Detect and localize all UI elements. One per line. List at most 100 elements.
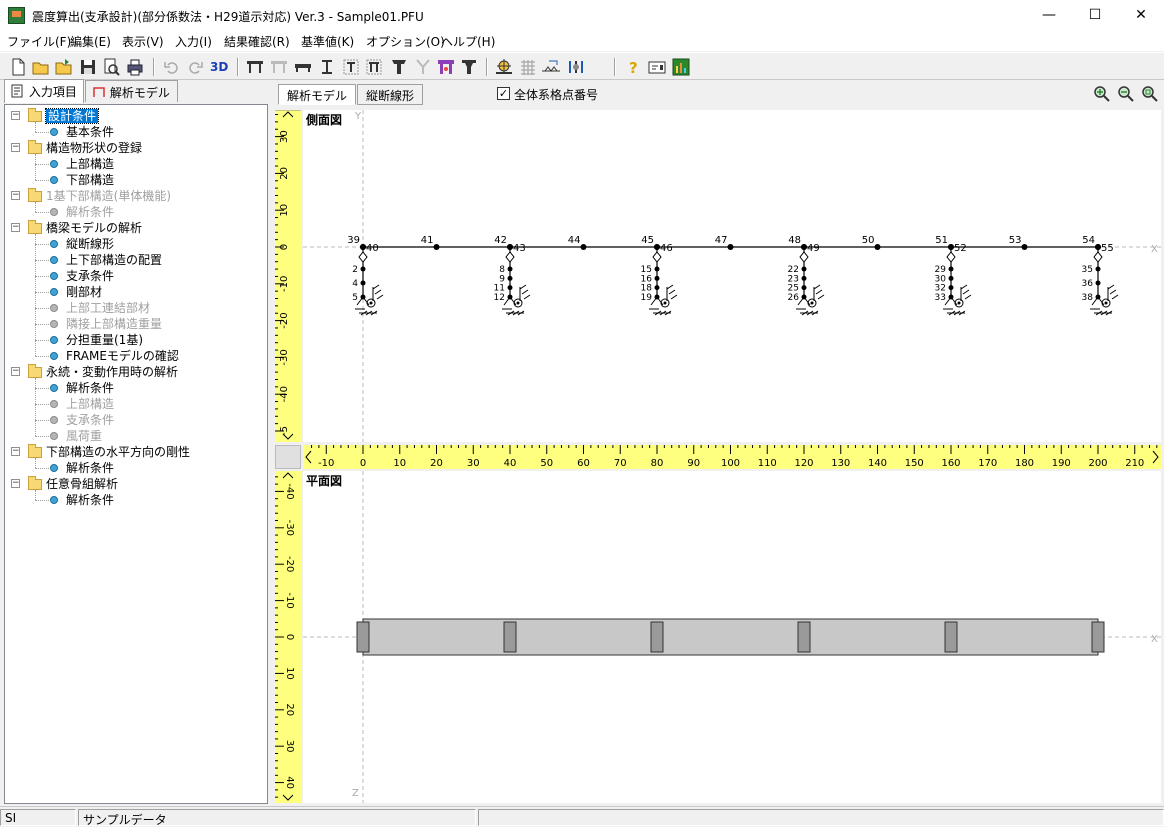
tree-leaf-item[interactable]: 上下部構造の配置 [66, 252, 162, 268]
tree-connector [35, 234, 36, 356]
tree-expander-icon[interactable]: − [11, 191, 20, 200]
spring-icon[interactable] [541, 57, 561, 77]
card-icon[interactable] [647, 57, 667, 77]
global-node-checkbox[interactable]: ✓ [497, 87, 510, 100]
tree-leaf-item[interactable]: 解析条件 [66, 492, 114, 508]
tree-leaf-item[interactable]: 隣接上部構造重量 [66, 316, 162, 332]
zoom-in-icon[interactable] [1093, 85, 1111, 103]
tree-folder-item[interactable]: 下部構造の水平方向の剛性 [46, 444, 190, 460]
pier-node-label: 19 [641, 293, 653, 303]
tree-folder-item[interactable]: 橋梁モデルの解析 [46, 220, 142, 236]
maximize-button[interactable]: ☐ [1072, 0, 1118, 31]
ground-hatch-icon [359, 310, 378, 316]
girder-pi-icon[interactable] [245, 57, 265, 77]
save-icon[interactable] [78, 57, 98, 77]
tree-leaf-icon [50, 160, 58, 168]
grid-icon[interactable] [518, 57, 538, 77]
ruler-tick-label: 180 [1015, 458, 1034, 469]
foundation-spring-icon [810, 301, 814, 305]
ruler-tick-label: 40 [284, 776, 295, 789]
pier-frame-icon[interactable] [436, 57, 456, 77]
ruler-tick-label: 10 [279, 204, 290, 217]
tree-leaf-item[interactable]: 支承条件 [66, 268, 114, 284]
open-folder-icon[interactable] [31, 57, 51, 77]
tree-folder-item[interactable]: 永続・変動作用時の解析 [46, 364, 178, 380]
ruler-tick-label: -20 [284, 556, 295, 572]
side-view-y-ruler: 30 20 10 0 -10 -20 -30 -40 -5 [275, 110, 301, 442]
tab-profile[interactable]: 縦断線形 [357, 84, 424, 105]
tree-expander-icon[interactable]: − [11, 367, 20, 376]
open-sample-icon[interactable] [54, 57, 74, 77]
tree-leaf-item[interactable]: 下部構造 [66, 172, 114, 188]
redo-icon[interactable] [185, 57, 205, 77]
print-icon[interactable] [125, 57, 145, 77]
new-file-icon[interactable] [8, 57, 28, 77]
tree-folder-item[interactable]: 構造物形状の登録 [46, 140, 142, 156]
tree-expander-icon[interactable]: − [11, 447, 20, 456]
side-view-canvas[interactable]: 側面図 YX394041 424344 454647 484950 515253 5455… [303, 110, 1161, 442]
pier-wall-icon[interactable] [459, 57, 479, 77]
support-icon[interactable] [494, 57, 514, 77]
tree-folder-item[interactable]: 任意骨組解析 [46, 476, 118, 492]
zoom-fit-icon[interactable] [1141, 85, 1159, 103]
tree-leaf-item[interactable]: 縦断線形 [66, 236, 114, 252]
minimize-button[interactable]: — [1026, 0, 1072, 31]
tree-folder-item[interactable]: 設計条件 [44, 108, 100, 124]
undo-icon[interactable] [162, 57, 182, 77]
tab-model[interactable]: 解析モデル [278, 84, 357, 105]
folder-icon [28, 188, 42, 202]
help-icon[interactable]: ? [623, 57, 643, 77]
girder-i-icon[interactable] [317, 57, 337, 77]
tree-leaf-item[interactable]: 解析条件 [66, 380, 114, 396]
girder-beam-icon[interactable] [293, 57, 313, 77]
tree-expander-icon[interactable]: − [11, 111, 20, 120]
pier-y-icon[interactable] [413, 57, 433, 77]
tab-input-items[interactable]: 入力項目 [4, 79, 84, 103]
close-button[interactable]: ✕ [1118, 0, 1164, 31]
girder-t-box-icon[interactable] [341, 57, 361, 77]
pier-node [948, 275, 954, 281]
zoom-out-icon[interactable] [1117, 85, 1135, 103]
tree-expander-icon[interactable]: − [11, 223, 20, 232]
menu-help[interactable]: ヘルプ(H) [441, 33, 495, 50]
3d-view-icon[interactable]: 3D [210, 57, 232, 77]
tree-leaf-item[interactable]: 基本条件 [66, 124, 114, 140]
print-preview-icon[interactable] [101, 57, 121, 77]
tree-folder-item[interactable]: 1基下部構造(単体機能) [46, 188, 171, 204]
tree-leaf-item[interactable]: 上部構造 [66, 396, 114, 412]
plan-view-canvas[interactable]: 平面図 Z X [303, 471, 1161, 803]
tree-leaf-item[interactable]: 上部構造 [66, 156, 114, 172]
girder-double-icon[interactable] [364, 57, 384, 77]
tree-leaf-item[interactable]: FRAMEモデルの確認 [66, 348, 179, 364]
pier-t-icon[interactable] [389, 57, 409, 77]
menu-view[interactable]: 表示(V) [122, 33, 164, 50]
ruler-tick-label: 70 [614, 458, 627, 469]
menu-input[interactable]: 入力(I) [175, 33, 212, 50]
menu-standards[interactable]: 基準値(K) [301, 33, 354, 50]
bearing-icon[interactable] [566, 57, 586, 77]
deck-node [727, 244, 734, 250]
folder-icon [28, 476, 42, 490]
menu-options[interactable]: オプション(O) [366, 33, 445, 50]
ruler-tick-label: 80 [651, 458, 664, 469]
tree-leaf-item[interactable]: 支承条件 [66, 412, 114, 428]
tree-leaf-item[interactable]: 解析条件 [66, 460, 114, 476]
menu-results[interactable]: 結果確認(R) [224, 33, 290, 50]
tree-expander-icon[interactable]: − [11, 143, 20, 152]
chart-icon[interactable] [671, 57, 691, 77]
tree-leaf-item[interactable]: 分担重量(1基) [66, 332, 143, 348]
pier-node [801, 275, 807, 281]
foundation-spring-icon [369, 301, 373, 305]
tree-leaf-item[interactable]: 剛部材 [66, 284, 102, 300]
menu-edit[interactable]: 編集(E) [70, 33, 111, 50]
tab-analysis-model[interactable]: 解析モデル [85, 80, 178, 102]
deck-node-label: 53 [1009, 235, 1022, 246]
tree-leaf-item[interactable]: 上部工連結部材 [66, 300, 150, 316]
tree-leaf-item[interactable]: 風荷重 [66, 428, 102, 444]
girder-pi-disabled-icon[interactable] [269, 57, 289, 77]
tree-expander-icon[interactable]: − [11, 479, 20, 488]
menu-file[interactable]: ファイル(F) [7, 33, 71, 50]
tree-leaf-item[interactable]: 解析条件 [66, 204, 114, 220]
tree-leaf-icon [50, 256, 58, 264]
toolbar-separator [237, 58, 239, 76]
